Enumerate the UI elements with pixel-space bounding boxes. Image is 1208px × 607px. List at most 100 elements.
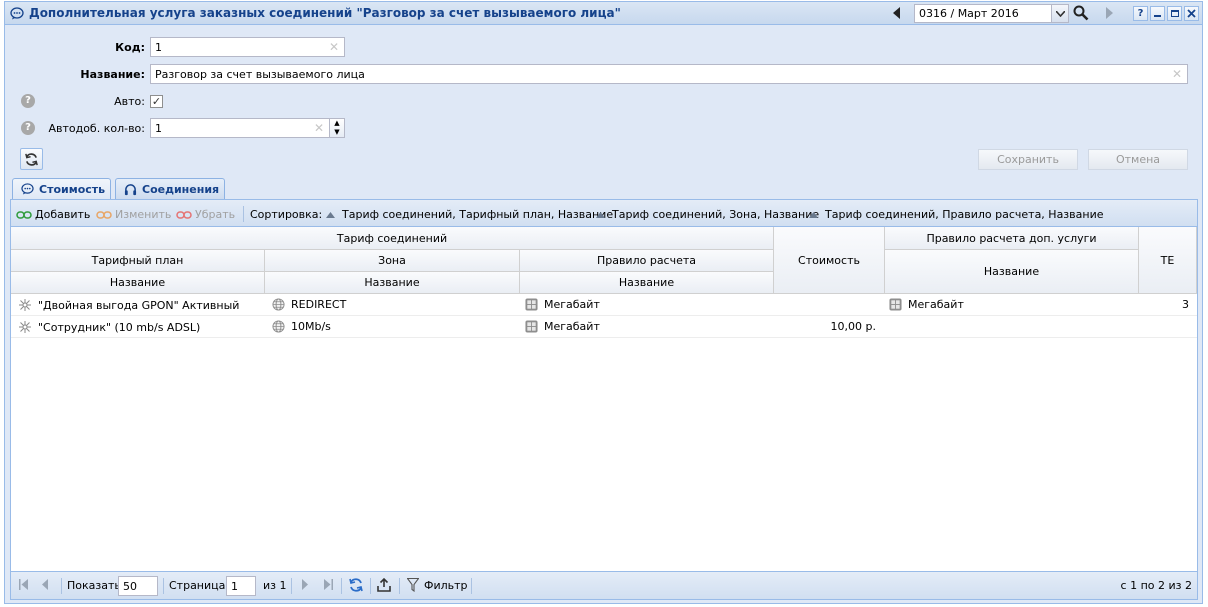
add-button[interactable]: Добавить [16, 208, 90, 221]
help-button[interactable]: ? [1133, 6, 1148, 21]
tariff-plan-icon [19, 299, 31, 311]
edit-label: Изменить [115, 208, 172, 221]
header-zone-name[interactable]: Название [265, 272, 520, 294]
toolbar-separator [243, 206, 244, 222]
page-label: Страница [169, 579, 226, 592]
header-tariff-plan-name[interactable]: Название [11, 272, 265, 294]
header-group-tariff: Тариф соединений [11, 227, 774, 250]
maximize-button[interactable] [1167, 6, 1182, 21]
autoadd-input[interactable]: 1 ✕ [150, 118, 330, 138]
export-icon [377, 577, 391, 592]
cell-tariff-plan: "Двойная выгода GPON" Активный [18, 298, 239, 312]
paging-toolbar: Показать 50 Страница 1 из 1 Фильтр с 1 п… [11, 571, 1197, 599]
cell-addon-rule: Мегабайт [889, 298, 964, 311]
autoadd-stepper[interactable]: ▲ ▼ [329, 118, 345, 138]
window-title: Дополнительная услуга заказных соединени… [29, 6, 621, 20]
next-page-button[interactable] [301, 579, 309, 590]
calculator-icon [525, 320, 538, 333]
refresh-grid-button[interactable] [348, 577, 364, 593]
next-period-button[interactable] [1099, 4, 1119, 22]
tab-cost-label: Стоимость [39, 182, 106, 196]
pager-separator [399, 578, 400, 594]
clear-icon[interactable]: ✕ [314, 121, 324, 135]
prev-page-button[interactable] [41, 579, 49, 590]
prev-period-button[interactable] [887, 4, 907, 22]
name-input[interactable]: Разговор за счет вызываемого лица ✕ [150, 64, 1188, 84]
table-row[interactable]: "Двойная выгода GPON" Активный REDIRECT … [11, 295, 1197, 316]
sort-asc-icon [809, 211, 818, 218]
refresh-icon [25, 152, 38, 166]
search-button[interactable] [1071, 4, 1091, 22]
filter-label: Фильтр [424, 578, 468, 592]
remove-button[interactable]: Убрать [176, 208, 235, 221]
minimize-button[interactable] [1150, 6, 1165, 21]
chevron-down-icon[interactable] [1051, 5, 1068, 22]
cancel-button[interactable]: Отмена [1088, 149, 1188, 170]
spin-up-icon[interactable]: ▲ [330, 119, 344, 128]
name-label: Название: [80, 68, 145, 81]
save-button[interactable]: Сохранить [978, 149, 1078, 170]
header-calc-rule: Правило расчета [520, 250, 774, 272]
clear-icon[interactable]: ✕ [1172, 67, 1182, 81]
autoadd-label: Автодоб. кол-во: [48, 122, 145, 135]
pager-separator [341, 578, 342, 594]
sort-asc-icon [326, 211, 335, 218]
period-value: 0316 / Март 2016 [919, 7, 1019, 20]
sort-option-3[interactable]: Тариф соединений, Правило расчета, Назва… [809, 208, 1104, 221]
link-add-icon [16, 210, 32, 219]
header-tariff-plan: Тарифный план [11, 250, 265, 272]
link-edit-icon [96, 210, 112, 219]
auto-label: Авто: [114, 95, 145, 108]
first-page-icon [19, 579, 28, 590]
sort-option-2[interactable]: Тариф соединений, Зона, Название [596, 208, 819, 221]
sort-option-1-label: Тариф соединений, Тарифный план, Названи… [342, 208, 614, 221]
chat-bubble-icon [10, 7, 24, 23]
header-cost[interactable]: Стоимость [774, 227, 885, 294]
tab-connections[interactable]: Соединения [115, 178, 225, 199]
filter-button[interactable]: Фильтр [407, 578, 468, 592]
cell-calc-rule: Мегабайт [525, 298, 600, 311]
show-label: Показать [67, 579, 121, 592]
minimize-icon [1154, 14, 1161, 17]
page-number-input[interactable]: 1 [226, 576, 256, 596]
headset-icon [124, 183, 137, 195]
sort-option-1[interactable]: Тариф соединений, Тарифный план, Названи… [326, 208, 613, 221]
last-page-icon [324, 579, 333, 590]
calculator-icon [889, 298, 902, 311]
cell-zone: 10Mb/s [272, 320, 331, 333]
header-addon-rule-name[interactable]: Название [885, 250, 1139, 294]
help-icon[interactable]: ? [21, 94, 35, 108]
last-page-button[interactable] [323, 579, 333, 590]
code-label: Код: [115, 41, 145, 54]
page-size-input[interactable]: 50 [118, 576, 158, 596]
spin-down-icon[interactable]: ▼ [330, 128, 344, 137]
clear-icon[interactable]: ✕ [329, 40, 339, 54]
tab-cost[interactable]: Стоимость [12, 178, 111, 199]
header-te[interactable]: ТЕ [1139, 227, 1197, 294]
period-select[interactable]: 0316 / Март 2016 [914, 4, 1069, 23]
header-calc-rule-name[interactable]: Название [520, 272, 774, 294]
link-remove-icon [176, 210, 192, 219]
sort-label: Сортировка: [250, 208, 323, 221]
grid-toolbar: Добавить Изменить Убрать Сортировка: Тар… [11, 200, 1197, 227]
name-value: Разговор за счет вызываемого лица [155, 68, 365, 81]
auto-checkbox[interactable]: ✓ [150, 95, 163, 108]
first-page-button[interactable] [19, 579, 29, 590]
next-page-icon [302, 579, 308, 590]
export-button[interactable] [376, 577, 392, 593]
cost-grid-panel: Добавить Изменить Убрать Сортировка: Тар… [10, 199, 1198, 600]
prev-page-icon [42, 579, 48, 590]
code-value: 1 [155, 41, 162, 54]
globe-icon [272, 320, 285, 333]
close-button[interactable] [1184, 6, 1199, 21]
table-row[interactable]: "Сотрудник" (10 mb/s ADSL) 10Mb/s Мегаба… [11, 317, 1197, 338]
reload-button[interactable] [20, 148, 43, 170]
cell-te: 3 [1182, 298, 1189, 311]
edit-button[interactable]: Изменить [96, 208, 171, 221]
window-titlebar: Дополнительная услуга заказных соединени… [5, 2, 1202, 25]
pager-separator [61, 578, 62, 594]
close-icon [1187, 9, 1196, 18]
remove-label: Убрать [195, 208, 236, 221]
code-input[interactable]: 1 ✕ [150, 37, 345, 57]
help-icon: ? [1137, 8, 1144, 19]
